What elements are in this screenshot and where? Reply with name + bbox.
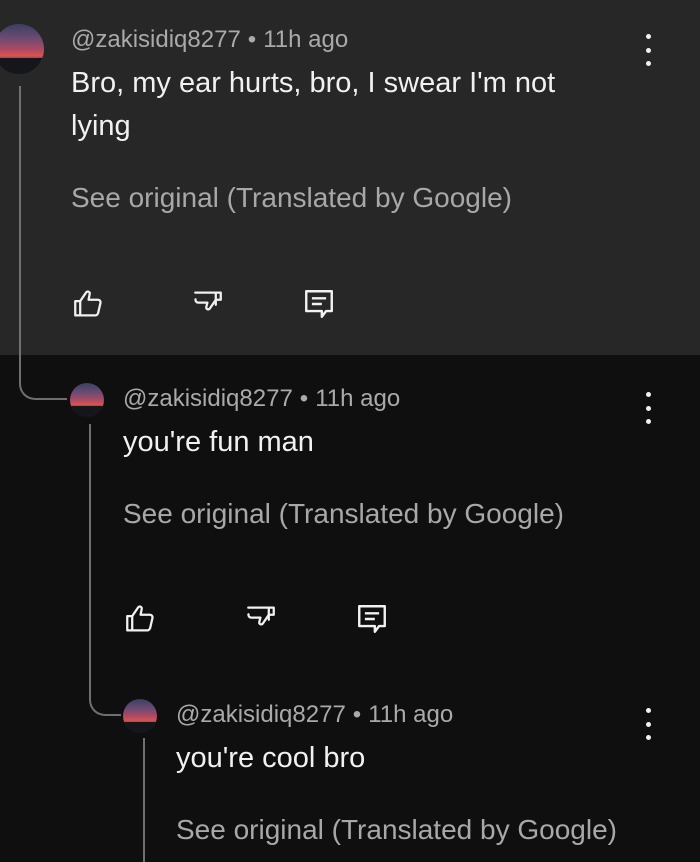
see-original-link[interactable]: See original (Translated by Google) bbox=[71, 182, 512, 214]
author-handle[interactable]: @zakisidiq8277 bbox=[71, 26, 241, 53]
timestamp: 11h ago bbox=[263, 26, 349, 53]
see-original-link[interactable]: See original (Translated by Google) bbox=[176, 814, 617, 846]
more-options-icon[interactable] bbox=[638, 708, 658, 740]
avatar[interactable] bbox=[70, 383, 104, 417]
dislike-icon[interactable] bbox=[191, 287, 225, 321]
thread-branch-curve bbox=[19, 376, 67, 400]
timestamp: 11h ago bbox=[315, 385, 401, 412]
reply-icon[interactable] bbox=[355, 602, 389, 636]
comment-meta: @zakisidiq8277 • 11h ago bbox=[123, 385, 400, 413]
like-icon[interactable] bbox=[71, 287, 105, 321]
more-options-icon[interactable] bbox=[638, 392, 658, 424]
comment-text-line: lying bbox=[71, 110, 131, 142]
comment-meta: @zakisidiq8277 • 11h ago bbox=[176, 701, 453, 729]
thread-line bbox=[19, 86, 21, 376]
timestamp: 11h ago bbox=[368, 701, 454, 728]
avatar[interactable] bbox=[0, 24, 44, 74]
author-handle[interactable]: @zakisidiq8277 bbox=[176, 701, 346, 728]
avatar[interactable] bbox=[123, 699, 157, 733]
like-icon[interactable] bbox=[123, 602, 157, 636]
thread-branch-curve bbox=[89, 688, 121, 716]
meta-separator: • bbox=[299, 385, 309, 412]
comment-text-line: Bro, my ear hurts, bro, I swear I'm not bbox=[71, 67, 556, 99]
comment-text-line: you're fun man bbox=[123, 426, 314, 458]
comment-text-line: you're cool bro bbox=[176, 742, 366, 774]
see-original-link[interactable]: See original (Translated by Google) bbox=[123, 498, 564, 530]
thread-line bbox=[143, 738, 145, 862]
dislike-icon[interactable] bbox=[244, 602, 278, 636]
comment-meta: @zakisidiq8277 • 11h ago bbox=[71, 26, 348, 54]
more-options-icon[interactable] bbox=[638, 34, 658, 66]
meta-separator: • bbox=[352, 701, 362, 728]
reply-icon[interactable] bbox=[302, 287, 336, 321]
comment-thread: @zakisidiq8277 • 11h ago Bro, my ear hurts… bbox=[0, 0, 700, 862]
meta-separator: • bbox=[247, 26, 257, 53]
author-handle[interactable]: @zakisidiq8277 bbox=[123, 385, 293, 412]
thread-line bbox=[89, 424, 91, 688]
